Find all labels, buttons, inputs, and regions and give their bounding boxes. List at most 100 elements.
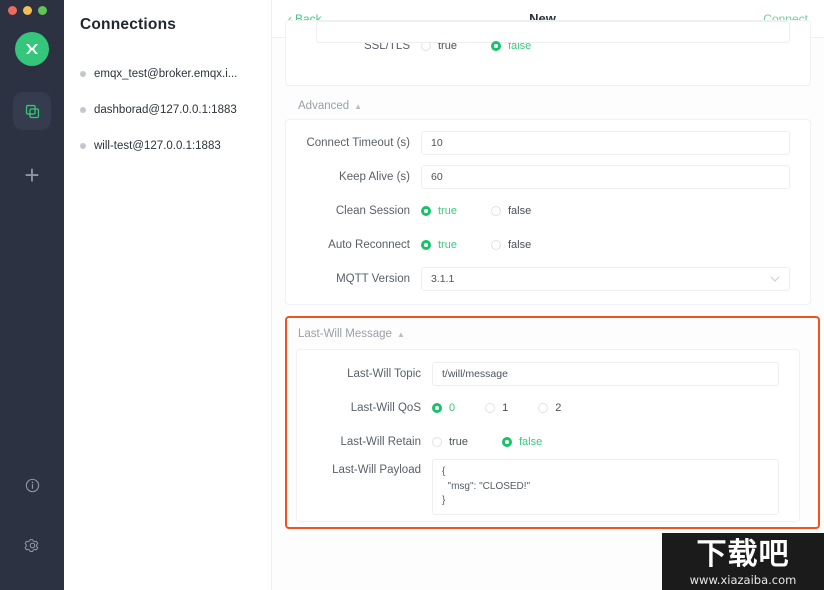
watermark: 下载吧 www.xiazaiba.com (662, 533, 824, 590)
auto-reconnect-option-true[interactable]: true (421, 239, 457, 251)
gear-icon (24, 538, 38, 552)
clean-session-option-true[interactable]: true (421, 205, 457, 217)
sidebar-item-settings[interactable] (13, 526, 51, 564)
radio-circle-icon (490, 240, 501, 250)
last-will-retain-option-true[interactable]: true (432, 436, 468, 448)
connect-timeout-input[interactable]: 10 (421, 131, 790, 155)
connection-name: will-test@127.0.0.1:1883 (94, 140, 221, 152)
radio-circle-selected-icon (501, 437, 512, 447)
radio-circle-selected-icon (421, 240, 431, 250)
last-will-qos-label: Last-Will QoS (350, 402, 421, 414)
app-window: + Connections emqx_test@broker.emqx.i...… (0, 0, 824, 590)
auto-reconnect-option-false[interactable]: false (490, 239, 532, 251)
info-icon (25, 478, 39, 492)
last-will-topic-label: Last-Will Topic (347, 368, 421, 380)
status-dot-icon (80, 107, 86, 113)
watermark-url: www.xiazaiba.com (662, 573, 824, 590)
connections-list: emqx_test@broker.emqx.i... dashborad@127… (64, 56, 271, 164)
minimize-window-button[interactable] (23, 5, 32, 15)
connection-name: emqx_test@broker.emqx.i... (94, 68, 238, 80)
last-will-qos-option-2[interactable]: 2 (538, 402, 561, 414)
radio-circle-icon (538, 403, 549, 413)
keep-alive-input[interactable]: 60 (421, 165, 790, 189)
radio-label: false (507, 239, 532, 251)
cutoff-input-field[interactable] (316, 21, 790, 43)
maximize-window-button[interactable] (38, 5, 47, 15)
last-will-qos-option-0[interactable]: 0 (432, 402, 455, 414)
list-item[interactable]: emqx_test@broker.emqx.i... (64, 56, 271, 92)
mqtt-version-label: MQTT Version (336, 273, 410, 285)
last-will-retain-label: Last-Will Retain (340, 436, 421, 448)
last-will-qos-radio-group: 0 1 2 (432, 402, 799, 414)
radio-circle-selected-icon (432, 403, 442, 413)
auto-reconnect-row: Auto Reconnect true false (286, 228, 810, 262)
main-content: ‹ Back New Connect SSL/TLS true false Ad… (272, 0, 824, 590)
radio-circle-icon (485, 403, 496, 413)
mqtt-version-row: MQTT Version 3.1.1 (286, 262, 810, 296)
list-item[interactable]: dashborad@127.0.0.1:1883 (64, 92, 271, 128)
last-will-payload-label: Last-Will Payload (332, 464, 421, 476)
last-will-qos-row: Last-Will QoS 0 1 2 (297, 391, 799, 425)
advanced-title: Advanced (298, 100, 350, 112)
radio-circle-selected-icon (490, 41, 501, 51)
mqtt-version-value: 3.1.1 (431, 273, 455, 285)
list-item[interactable]: will-test@127.0.0.1:1883 (64, 128, 271, 164)
last-will-title: Last-Will Message (298, 328, 392, 340)
plus-icon: + (24, 160, 40, 190)
radio-label: true (438, 239, 457, 251)
radio-label: true (449, 436, 468, 448)
form-scroll-area[interactable]: SSL/TLS true false Advanced ▲ Connect Ti… (272, 20, 824, 590)
copy-stack-icon (25, 104, 39, 118)
clean-session-option-false[interactable]: false (490, 205, 532, 217)
collapse-triangle-icon: ▲ (396, 329, 405, 339)
radio-label: 0 (449, 402, 456, 414)
general-card: SSL/TLS true false (285, 20, 811, 86)
rail-bottom-group (13, 444, 51, 564)
last-will-qos-option-1[interactable]: 1 (485, 402, 508, 414)
radio-label: 2 (555, 402, 562, 414)
radio-circle-selected-icon (421, 206, 431, 216)
last-will-retain-radio-group: true false (432, 436, 799, 448)
status-dot-icon (80, 71, 86, 77)
last-will-payload-textarea[interactable]: { "msg": "CLOSED!" } (432, 459, 779, 515)
radio-label: 1 (502, 402, 509, 414)
connect-timeout-row: Connect Timeout (s) 10 (286, 126, 810, 160)
connections-title: Connections (80, 16, 177, 33)
mqtt-version-select[interactable]: 3.1.1 (421, 267, 790, 291)
auto-reconnect-label: Auto Reconnect (328, 239, 410, 251)
connections-panel: Connections emqx_test@broker.emqx.i... d… (64, 0, 272, 590)
radio-label: true (438, 205, 457, 217)
status-dot-icon (80, 143, 86, 149)
emqx-logo-icon (15, 32, 49, 66)
connection-name: dashborad@127.0.0.1:1883 (94, 104, 237, 116)
auto-reconnect-radio-group: true false (421, 239, 810, 251)
clean-session-row: Clean Session true false (286, 194, 810, 228)
radio-circle-icon (432, 437, 442, 447)
last-will-section-header[interactable]: Last-Will Message ▲ (288, 319, 808, 349)
collapse-triangle-icon: ▲ (354, 101, 363, 111)
window-traffic-lights (0, 0, 64, 20)
last-will-topic-input[interactable]: t/will/message (432, 362, 779, 386)
watermark-title: 下载吧 (662, 533, 824, 573)
sidebar-item-connections[interactable] (13, 92, 51, 130)
left-rail: + (0, 0, 64, 590)
advanced-card: Connect Timeout (s) 10 Keep Alive (s) 60… (285, 119, 811, 305)
advanced-section-header[interactable]: Advanced ▲ (285, 86, 811, 119)
close-window-button[interactable] (8, 5, 17, 15)
radio-circle-icon (490, 206, 501, 216)
keep-alive-label: Keep Alive (s) (339, 171, 410, 183)
radio-label: false (507, 205, 532, 217)
sidebar-item-new-connection[interactable]: + (13, 156, 51, 194)
clean-session-label: Clean Session (335, 205, 410, 217)
last-will-card: Last-Will Topic t/will/message Last-Will… (296, 349, 800, 522)
last-will-section: Last-Will Message ▲ Last-Will Topic t/wi… (285, 316, 820, 529)
radio-label: false (518, 436, 543, 448)
connect-timeout-label: Connect Timeout (s) (306, 137, 410, 149)
last-will-payload-row: Last-Will Payload { "msg": "CLOSED!" } (297, 459, 799, 521)
last-will-retain-option-false[interactable]: false (501, 436, 543, 448)
keep-alive-row: Keep Alive (s) 60 (286, 160, 810, 194)
sidebar-item-about[interactable] (13, 466, 51, 504)
last-will-retain-row: Last-Will Retain true false (297, 425, 799, 459)
last-will-topic-row: Last-Will Topic t/will/message (297, 357, 799, 391)
clean-session-radio-group: true false (421, 205, 810, 217)
